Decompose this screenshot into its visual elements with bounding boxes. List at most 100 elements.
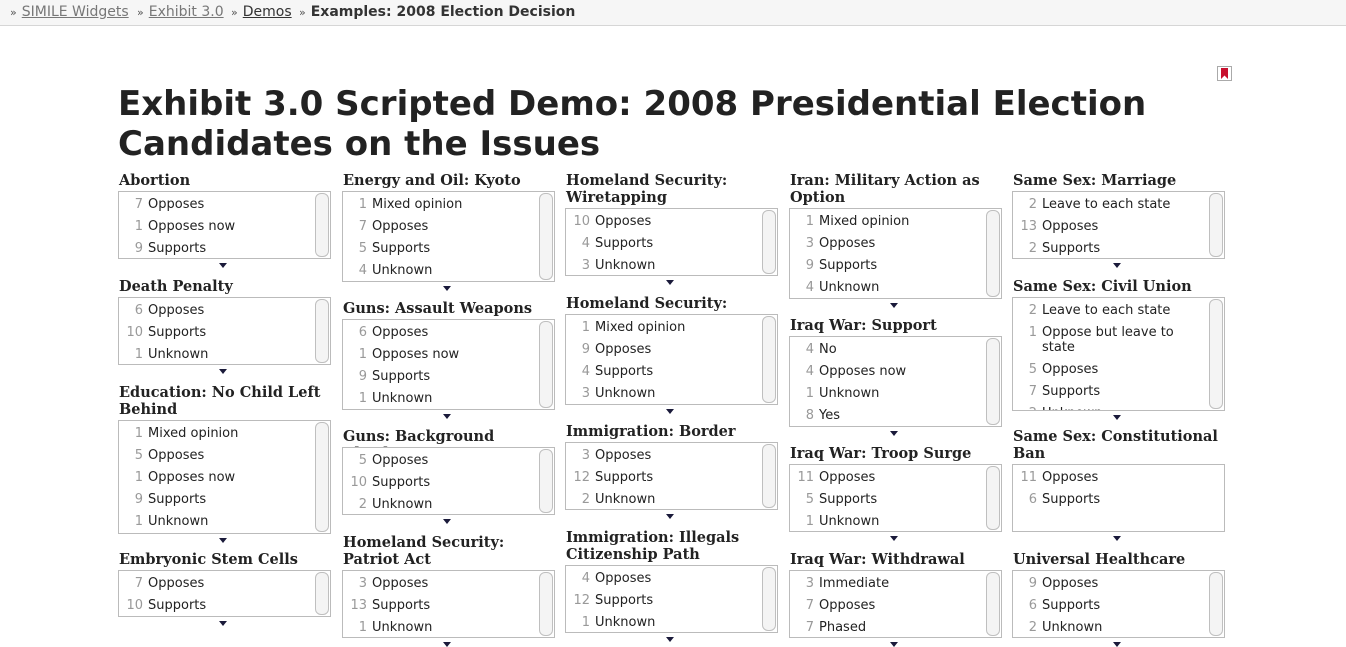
facet-value-supports[interactable]: 9 Supports xyxy=(343,365,538,387)
facet-value-opposes-now[interactable]: 1 Opposes now xyxy=(119,466,314,488)
facet-scrollbar[interactable] xyxy=(986,210,1000,297)
facet-value-opposes[interactable]: 4 Opposes xyxy=(566,567,761,589)
facet-value-supports[interactable]: 4 Supports xyxy=(566,360,761,382)
facet-value-supports[interactable]: 6 Supports xyxy=(1013,594,1208,616)
facet-value-supports[interactable]: 13 Supports xyxy=(343,594,538,616)
facet-value-supports[interactable]: 12 Supports xyxy=(566,589,761,611)
facet-value-supports[interactable]: 5 Supports xyxy=(343,237,538,259)
facet-value-opposes[interactable]: 9 Opposes xyxy=(1013,572,1208,594)
facet-value-unknown[interactable]: 1 Unknown xyxy=(566,611,761,632)
facet-collapse-arrow-icon[interactable] xyxy=(443,519,451,524)
facet-value-opposes[interactable]: 7 Opposes xyxy=(790,594,985,616)
facet-value-opposes[interactable]: 11 Opposes xyxy=(790,466,985,488)
facet-value-immediate[interactable]: 3 Immediate xyxy=(790,572,985,594)
bookmark-icon[interactable] xyxy=(1217,66,1232,81)
facet-value-mixed-opinion[interactable]: 1 Mixed opinion xyxy=(790,210,985,232)
facet-collapse-arrow-icon[interactable] xyxy=(666,409,674,414)
facet-value-leave-to-each-state[interactable]: 2 Leave to each state xyxy=(1013,193,1208,215)
facet-value-opposes[interactable]: 6 Opposes xyxy=(343,321,538,343)
facet-value-unknown[interactable]: 1 Unknown xyxy=(343,616,538,637)
facet-scrollbar[interactable] xyxy=(762,210,776,274)
facet-collapse-arrow-icon[interactable] xyxy=(443,286,451,291)
facet-value-opposes[interactable]: 5 Opposes xyxy=(1013,358,1208,380)
facet-value-opposes[interactable]: 10 Opposes xyxy=(566,210,761,232)
facet-value-opposes[interactable]: 5 Opposes xyxy=(119,444,314,466)
facet-collapse-arrow-icon[interactable] xyxy=(890,536,898,541)
facet-value-unknown[interactable]: 1 Unknown xyxy=(790,510,985,531)
facet-value-opposes[interactable]: 3 Opposes xyxy=(566,444,761,466)
facet-collapse-arrow-icon[interactable] xyxy=(1113,263,1121,268)
facet-collapse-arrow-icon[interactable] xyxy=(1113,415,1121,420)
facet-scrollbar[interactable] xyxy=(762,444,776,508)
facet-collapse-arrow-icon[interactable] xyxy=(1113,536,1121,541)
facet-value-supports[interactable]: 12 Supports xyxy=(566,466,761,488)
facet-value-opposes[interactable]: 9 Opposes xyxy=(566,338,761,360)
facet-value-opposes[interactable]: 5 Opposes xyxy=(343,449,538,471)
facet-value-supports[interactable]: 9 Supports xyxy=(119,237,314,258)
facet-value-opposes-now[interactable]: 4 Opposes now xyxy=(790,360,985,382)
facet-scrollbar[interactable] xyxy=(986,466,1000,530)
facet-collapse-arrow-icon[interactable] xyxy=(890,431,898,436)
facet-value-unknown[interactable]: 1 Unknown xyxy=(119,510,314,532)
facet-value-opposes[interactable]: 13 Opposes xyxy=(1013,215,1208,237)
facet-value-supports[interactable]: 10 Supports xyxy=(119,594,314,616)
facet-value-unknown[interactable]: 4 Unknown xyxy=(790,276,985,298)
facet-scrollbar[interactable] xyxy=(1209,193,1223,257)
facet-value-yes[interactable]: 8 Yes xyxy=(790,404,985,426)
facet-value-supports[interactable]: 9 Supports xyxy=(119,488,314,510)
facet-value-opposes[interactable]: 3 Opposes xyxy=(343,572,538,594)
facet-value-unknown[interactable]: 1 Unknown xyxy=(119,343,314,364)
facet-scrollbar[interactable] xyxy=(762,316,776,403)
facet-value-mixed-opinion[interactable]: 1 Mixed opinion xyxy=(119,422,314,444)
facet-scrollbar[interactable] xyxy=(762,567,776,631)
facet-value-supports[interactable]: 7 Supports xyxy=(1013,380,1208,402)
facet-value-unknown[interactable]: 3 Unknown xyxy=(566,382,761,404)
facet-scrollbar[interactable] xyxy=(539,449,553,513)
facet-value-unknown[interactable]: 1 Unknown xyxy=(790,382,985,404)
facet-collapse-arrow-icon[interactable] xyxy=(219,538,227,543)
facet-scrollbar[interactable] xyxy=(539,193,553,280)
facet-collapse-arrow-icon[interactable] xyxy=(890,642,898,647)
facet-value-supports[interactable]: 5 Supports xyxy=(790,488,985,510)
facet-value-supports[interactable]: 10 Supports xyxy=(119,321,314,343)
facet-value-supports[interactable]: 9 Supports xyxy=(790,254,985,276)
facet-collapse-arrow-icon[interactable] xyxy=(443,414,451,419)
facet-value-opposes[interactable]: 11 Opposes xyxy=(1013,466,1208,488)
facet-value-oppose-but-leave-to-state[interactable]: 1 Oppose but leave to state xyxy=(1013,321,1208,358)
facet-collapse-arrow-icon[interactable] xyxy=(666,637,674,642)
breadcrumb-link-simile-widgets[interactable]: SIMILE Widgets xyxy=(22,4,129,20)
facet-value-opposes[interactable]: 7 Opposes xyxy=(119,572,314,594)
facet-value-unknown[interactable]: 2 Unknown xyxy=(343,493,538,514)
facet-value-opposes[interactable]: 7 Opposes xyxy=(119,193,314,215)
facet-scrollbar[interactable] xyxy=(315,299,329,363)
facet-value-opposes-now[interactable]: 1 Opposes now xyxy=(343,343,538,365)
facet-scrollbar[interactable] xyxy=(1209,572,1223,636)
facet-collapse-arrow-icon[interactable] xyxy=(443,642,451,647)
facet-scrollbar[interactable] xyxy=(986,338,1000,425)
facet-value-no[interactable]: 4 No xyxy=(790,338,985,360)
facet-scrollbar[interactable] xyxy=(315,572,329,615)
facet-value-opposes[interactable]: 7 Opposes xyxy=(343,215,538,237)
facet-value-supports[interactable]: 2 Supports xyxy=(1013,237,1208,258)
facet-value-supports[interactable]: 4 Supports xyxy=(566,232,761,254)
facet-value-opposes-now[interactable]: 1 Opposes now xyxy=(119,215,314,237)
facet-scrollbar[interactable] xyxy=(315,193,329,257)
facet-scrollbar[interactable] xyxy=(986,572,1000,636)
facet-value-supports[interactable]: 6 Supports xyxy=(1013,488,1208,510)
facet-value-unknown[interactable]: 1 Unknown xyxy=(343,387,538,409)
facet-value-phased[interactable]: 7 Phased xyxy=(790,616,985,637)
facet-collapse-arrow-icon[interactable] xyxy=(666,280,674,285)
facet-scrollbar[interactable] xyxy=(539,321,553,408)
facet-scrollbar[interactable] xyxy=(315,422,329,532)
facet-collapse-arrow-icon[interactable] xyxy=(666,514,674,519)
facet-value-unknown[interactable]: 2 Unknown xyxy=(1013,616,1208,637)
breadcrumb-link-demos[interactable]: Demos xyxy=(243,4,292,20)
facet-value-opposes[interactable]: 6 Opposes xyxy=(119,299,314,321)
facet-value-opposes[interactable]: 3 Opposes xyxy=(790,232,985,254)
facet-value-unknown[interactable]: 2 Unknown xyxy=(1013,402,1208,410)
facet-value-mixed-opinion[interactable]: 1 Mixed opinion xyxy=(566,316,761,338)
facet-value-unknown[interactable]: 2 Unknown xyxy=(566,488,761,509)
facet-collapse-arrow-icon[interactable] xyxy=(219,263,227,268)
facet-collapse-arrow-icon[interactable] xyxy=(219,369,227,374)
facet-value-mixed-opinion[interactable]: 1 Mixed opinion xyxy=(343,193,538,215)
